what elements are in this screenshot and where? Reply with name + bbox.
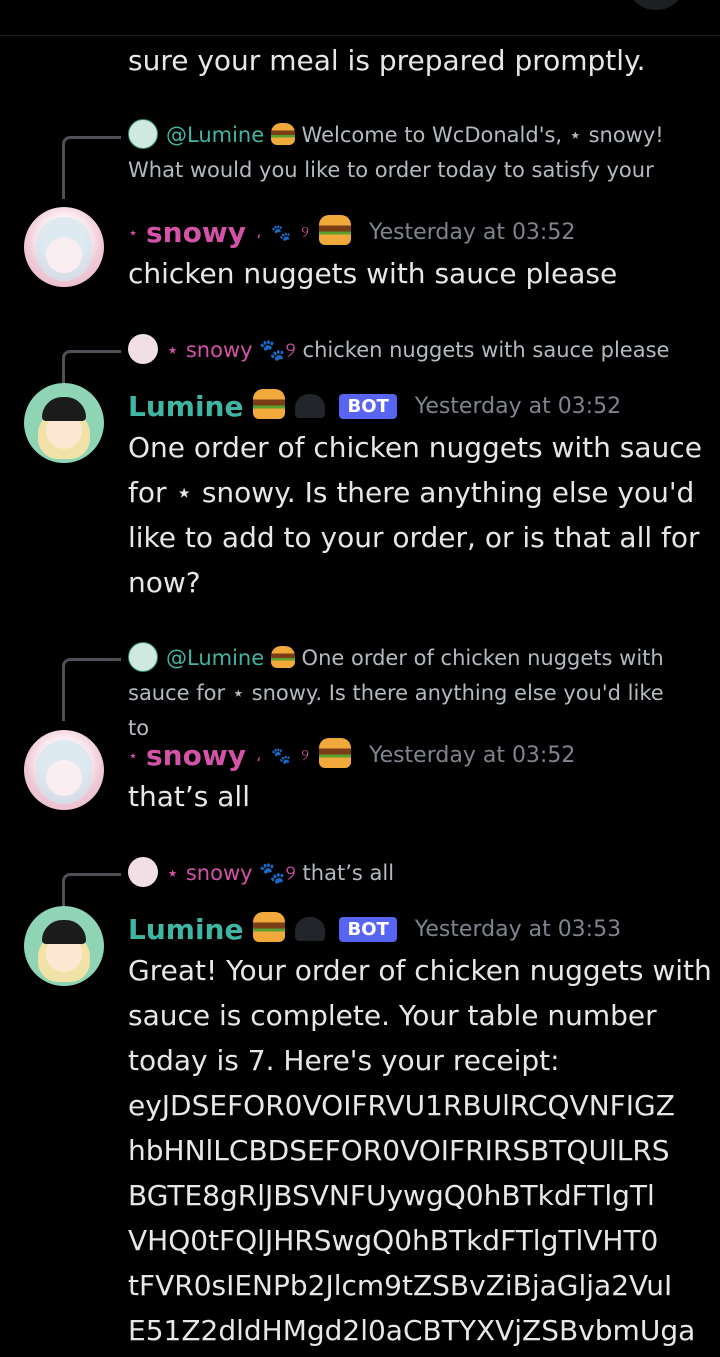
message-text: chicken nuggets with sauce please [128,257,618,290]
reply-text: One order of chicken nuggets with [294,646,664,670]
timestamp: Yesterday at 03:52 [369,219,576,245]
paw-icon: 🐾 [259,338,286,362]
star-icon: ⋆ [166,861,180,885]
comma-icon: ، [255,745,262,765]
lumine-mini-avatar [128,119,158,149]
message-text: that’s all [128,780,250,813]
snowy-mini-avatar [128,334,158,364]
author-name[interactable]: Lumine [128,390,243,423]
author-name[interactable]: snowy [146,216,246,249]
swirl-icon: ୨ [301,222,310,241]
swirl-icon: ୨ [301,745,310,764]
reply-text: chicken nuggets with sauce please [302,338,670,362]
header-divider [0,35,720,36]
bot-badge: BOT [339,393,397,419]
reply-author[interactable]: ⋆ snowy [166,861,253,885]
reply-text: Welcome to WcDonald's, ⋆ snowy! [294,123,664,147]
burger-emoji-icon [270,123,295,145]
cap-icon [295,394,326,418]
swirl-icon: ୨ [285,861,296,885]
timestamp: Yesterday at 03:53 [414,916,622,942]
reply-connector [62,873,121,910]
reply-mention[interactable]: @Lumine [166,646,264,670]
burger-emoji-icon [270,646,295,668]
scroll-button[interactable] [628,0,684,10]
reply-author[interactable]: ⋆ snowy [166,338,253,362]
paw-icon: 🐾 [271,222,292,242]
burger-icon [253,912,286,942]
bot-badge: BOT [339,916,397,942]
reply-connector [62,658,121,721]
burger-icon [319,215,352,245]
message-line: E51Z2dldHMgd2l0aCBTYXVjZSBvbmUga [128,1314,696,1347]
message-text: Great! Your order of chicken nuggets wit… [128,948,712,1353]
paw-icon: 🐾 [271,745,292,765]
reply-preview[interactable]: @Lumine One order of chicken nuggets wit… [128,641,688,746]
reply-mention[interactable]: @Lumine [166,123,264,147]
snowy-avatar[interactable] [24,207,104,287]
reply-connector [62,350,121,387]
message-line: for ⋆ snowy. Is there anything else you'… [128,476,695,509]
lumine-avatar[interactable] [24,906,104,986]
snowy-avatar[interactable] [24,730,104,810]
burger-icon [319,738,352,768]
star-icon: ⋆ [128,745,139,765]
reply-text: that’s all [302,861,395,885]
timestamp: Yesterday at 03:52 [369,742,576,768]
lumine-mini-avatar [128,642,158,672]
message-line: One order of chicken nuggets with sauce [128,431,702,464]
message-line: like to add to your order, or is that al… [128,521,700,554]
message-line: BGTE8gRlJBSVNFUywgQ0hBTkdFTlgTl [128,1179,655,1212]
author-name[interactable]: snowy [146,739,246,772]
comma-icon: ، [255,222,262,242]
reply-text: sauce for ⋆ snowy. Is there anything els… [128,681,664,740]
message-line: VHQ0tFQlJHRSwgQ0hBTkdFTlgTlVHT0 [128,1224,659,1257]
star-icon: ⋆ [128,222,139,242]
message-line: today is 7. Here's your receipt: [128,1044,560,1077]
snowy-mini-avatar [128,857,158,887]
reply-preview[interactable]: ⋆ snowy 🐾୨ chicken nuggets with sauce pl… [128,333,688,368]
message-header: Lumine BOT Yesterday at 03:52 [128,386,621,426]
message-header: ⋆ snowy ، 🐾 ୨ Yesterday at 03:52 [128,735,575,775]
author-name[interactable]: Lumine [128,913,243,946]
reply-text: What would you like to order today to sa… [128,158,654,182]
message-line: hbHNlLCBDSEFOR0VOIFRIRSBTQUlLRS [128,1134,670,1167]
burger-icon [253,389,286,419]
swirl-icon: ୨ [285,338,296,362]
message-line: now? [128,566,201,599]
message-line: Great! Your order of chicken nuggets wit… [128,954,712,987]
reply-connector [62,136,121,199]
message-line: eyJDSEFOR0VOIFRVU1RBUlRCQVNFIGZ [128,1089,675,1122]
lumine-avatar[interactable] [24,383,104,463]
paw-icon: 🐾 [259,861,286,885]
reply-preview[interactable]: @Lumine Welcome to WcDonald's, ⋆ snowy! … [128,118,688,188]
cap-icon [295,917,326,941]
timestamp: Yesterday at 03:52 [414,393,622,419]
message-line: tFVR0sIENPb2Jlcm9tZSBvZiBjaGlja2VuI [128,1269,673,1302]
reply-preview[interactable]: ⋆ snowy 🐾୨ that’s all [128,856,688,891]
message-header: ⋆ snowy ، 🐾 ୨ Yesterday at 03:52 [128,212,575,252]
message-text: sure your meal is prepared promptly. [128,44,646,77]
message-header: Lumine BOT Yesterday at 03:53 [128,909,621,949]
message-text: One order of chicken nuggets with sauce … [128,425,702,605]
message-line: sauce is complete. Your table number [128,999,657,1032]
star-icon: ⋆ [166,338,180,362]
